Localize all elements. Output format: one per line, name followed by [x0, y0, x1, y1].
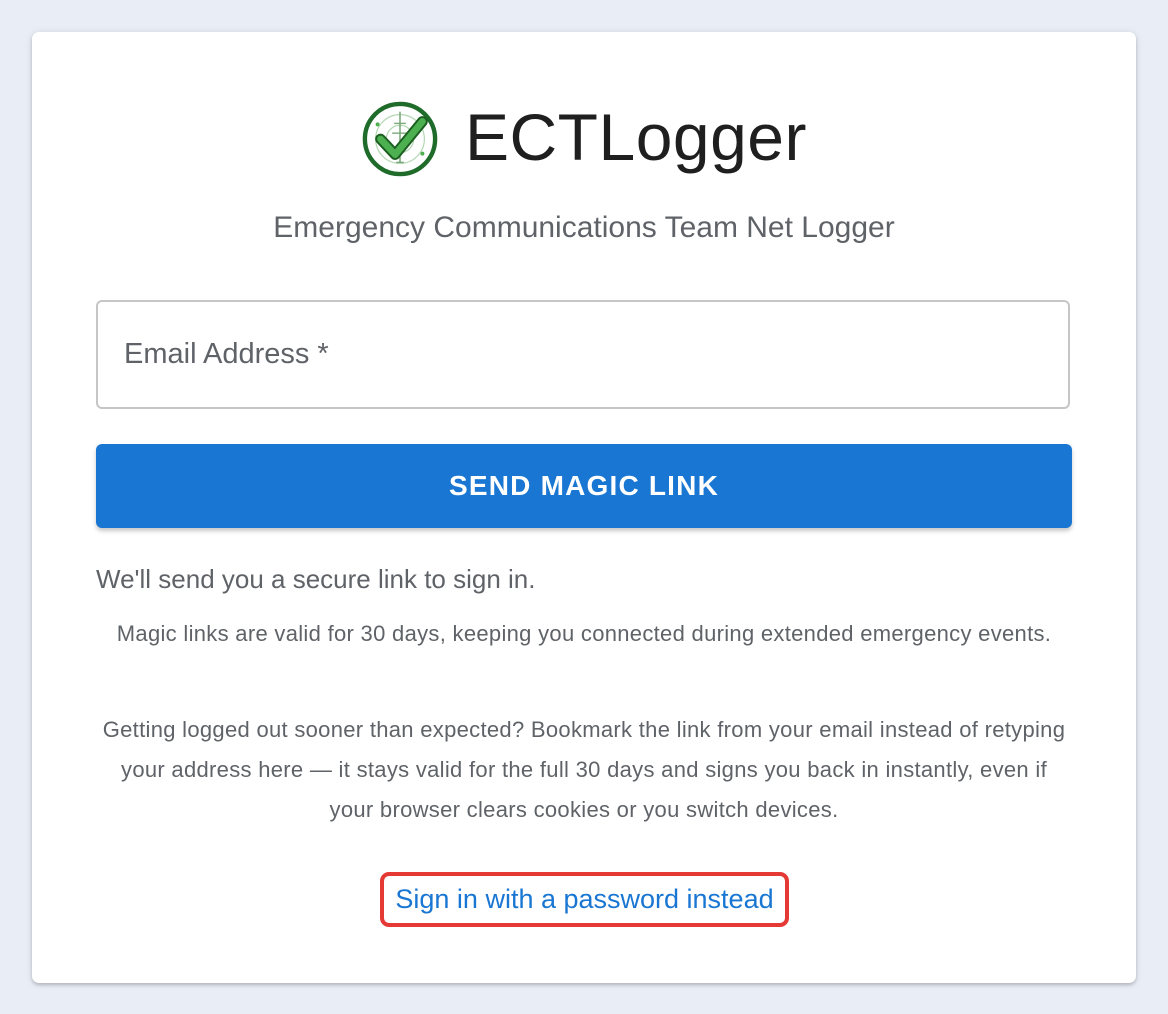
- email-field[interactable]: [96, 300, 1070, 409]
- email-input[interactable]: [98, 302, 1068, 407]
- send-magic-link-button[interactable]: SEND MAGIC LINK: [96, 444, 1072, 528]
- login-card: ECTLogger Emergency Communications Team …: [32, 32, 1136, 983]
- app-subtitle: Emergency Communications Team Net Logger: [273, 211, 895, 244]
- validity-note: Magic links are valid for 30 days, keepi…: [116, 621, 1052, 646]
- bookmark-note: Getting logged out sooner than expected?…: [102, 717, 1066, 822]
- password-signin-link[interactable]: Sign in with a password instead: [395, 884, 773, 915]
- password-link-highlight: Sign in with a password instead: [380, 872, 789, 927]
- magic-link-intro: We'll send you a secure link to sign in.: [96, 564, 536, 594]
- brand-header: ECTLogger: [32, 100, 1136, 178]
- radio-tower-checkmark-icon: [362, 101, 438, 177]
- app-title: ECTLogger: [464, 100, 807, 174]
